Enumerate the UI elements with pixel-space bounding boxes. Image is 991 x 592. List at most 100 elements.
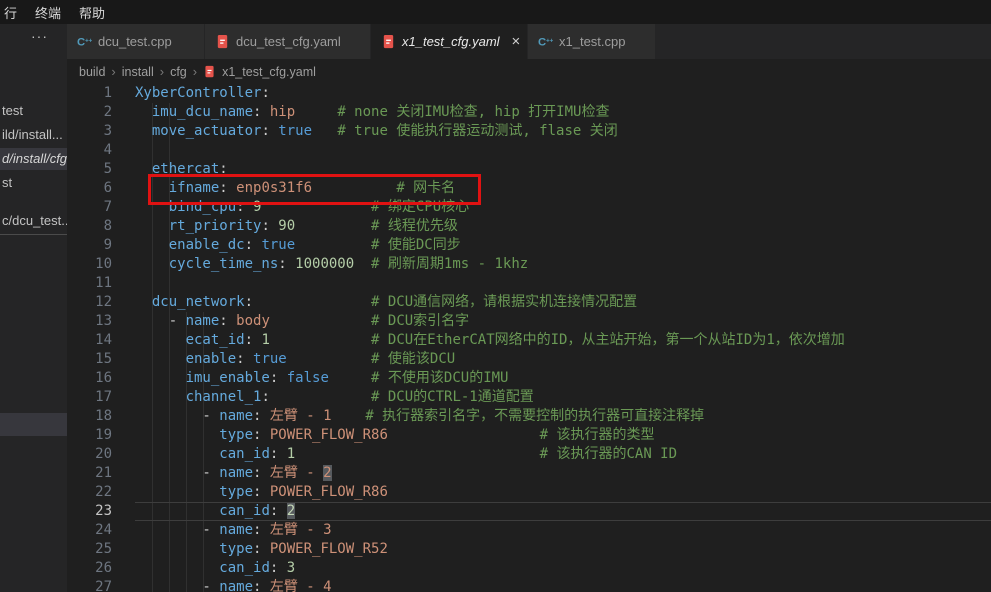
code-text: ecat_id: 1 # DCU在EtherCAT网络中的ID，从主站开始，第一… <box>135 331 991 350</box>
code-text: - name: body # DCU索引名字 <box>135 312 991 331</box>
code-text: type: POWER_FLOW_R86 <box>135 483 991 502</box>
breadcrumb-segment[interactable]: install <box>122 65 154 79</box>
sidebar-item-selected[interactable]: d/install/cfg <box>0 148 67 170</box>
breadcrumb-file[interactable]: x1_test_cfg.yaml <box>222 65 316 79</box>
code-line[interactable]: 20 can_id: 1 # 该执行器的CAN ID <box>67 445 991 464</box>
line-number: 1 <box>67 84 112 103</box>
line-number: 19 <box>67 426 112 445</box>
line-number: 14 <box>67 331 112 350</box>
line-number: 16 <box>67 369 112 388</box>
tab-bar: C++ dcu_test.cpp dcu_test_cfg.yaml x1_te… <box>67 24 991 59</box>
breadcrumb-segment[interactable]: build <box>79 65 105 79</box>
sidebar: ··· test ild/install... d/install/cfg st… <box>0 24 67 592</box>
code-text: XyberController: <box>135 84 991 103</box>
line-number: 27 <box>67 578 112 592</box>
code-line[interactable]: 21 - name: 左臂 - 2 <box>67 464 991 483</box>
code-text: move_actuator: true # true 使能执行器运动测试, fl… <box>135 122 991 141</box>
code-line[interactable]: 15 enable: true # 使能该DCU <box>67 350 991 369</box>
code-line[interactable]: 27 - name: 左臂 - 4 <box>67 578 991 592</box>
code-text: - name: 左臂 - 3 <box>135 521 991 540</box>
svg-text:++: ++ <box>85 37 92 44</box>
sidebar-item[interactable]: test <box>0 100 67 122</box>
editor-group: C++ dcu_test.cpp dcu_test_cfg.yaml x1_te… <box>67 24 991 592</box>
tab-dcu-test-cfg-yaml[interactable]: dcu_test_cfg.yaml <box>205 24 371 59</box>
chevron-right-icon: › <box>193 64 197 79</box>
sidebar-item[interactable]: c/dcu_test... <box>0 210 67 232</box>
code-text: - name: 左臂 - 4 <box>135 578 991 592</box>
line-number: 22 <box>67 483 112 502</box>
code-lines: 1 XyberController:2 imu_dcu_name: hip # n… <box>67 84 991 592</box>
menu-item-help[interactable]: 帮助 <box>70 3 114 22</box>
line-number: 11 <box>67 274 112 293</box>
code-line[interactable]: 3 move_actuator: true # true 使能执行器运动测试, … <box>67 122 991 141</box>
line-number: 13 <box>67 312 112 331</box>
code-text <box>135 274 991 293</box>
line-number: 23 <box>67 502 112 521</box>
tab-label: dcu_test.cpp <box>98 34 172 49</box>
yaml-file-icon <box>215 34 230 49</box>
line-number: 20 <box>67 445 112 464</box>
code-text: type: POWER_FLOW_R86 # 该执行器的类型 <box>135 426 991 445</box>
code-line[interactable]: 26 can_id: 3 <box>67 559 991 578</box>
code-line[interactable]: 2 imu_dcu_name: hip # none 关闭IMU检查, hip … <box>67 103 991 122</box>
code-line[interactable]: 22 type: POWER_FLOW_R86 <box>67 483 991 502</box>
code-text: can_id: 1 # 该执行器的CAN ID <box>135 445 991 464</box>
code-line[interactable]: 16 imu_enable: false # 不使用该DCU的IMU <box>67 369 991 388</box>
tab-dcu-test-cpp[interactable]: C++ dcu_test.cpp <box>67 24 205 59</box>
code-line[interactable]: 19 type: POWER_FLOW_R86 # 该执行器的类型 <box>67 426 991 445</box>
breadcrumb: build › install › cfg › x1_test_cfg.yaml <box>67 59 991 84</box>
code-text: can_id: 2 <box>135 502 991 521</box>
code-line[interactable]: 25 type: POWER_FLOW_R52 <box>67 540 991 559</box>
code-line[interactable]: 14 ecat_id: 1 # DCU在EtherCAT网络中的ID，从主站开始… <box>67 331 991 350</box>
code-line[interactable]: 9 enable_dc: true # 使能DC同步 <box>67 236 991 255</box>
code-line[interactable]: 18 - name: 左臂 - 1 # 执行器索引名字，不需要控制的执行器可直接… <box>67 407 991 426</box>
code-text: rt_priority: 90 # 线程优先级 <box>135 217 991 236</box>
vscode-window: 行 终端 帮助 ··· test ild/install... d/instal… <box>0 0 991 592</box>
more-actions-button[interactable]: ··· <box>31 28 48 44</box>
code-text: imu_enable: false # 不使用该DCU的IMU <box>135 369 991 388</box>
line-number: 4 <box>67 141 112 160</box>
code-line[interactable]: 13 - name: body # DCU索引名字 <box>67 312 991 331</box>
line-number: 15 <box>67 350 112 369</box>
sidebar-selected-row[interactable] <box>0 413 67 436</box>
line-number: 21 <box>67 464 112 483</box>
code-text: - name: 左臂 - 2 <box>135 464 991 483</box>
code-line[interactable]: 17 channel_1: # DCU的CTRL-1通道配置 <box>67 388 991 407</box>
code-line[interactable]: 4 <box>67 141 991 160</box>
line-number: 24 <box>67 521 112 540</box>
svg-text:C: C <box>77 37 85 49</box>
code-text: cycle_time_ns: 1000000 # 刷新周期1ms - 1khz <box>135 255 991 274</box>
code-text <box>135 141 991 160</box>
annotation-red-box <box>148 174 481 205</box>
line-number: 9 <box>67 236 112 255</box>
line-number: 25 <box>67 540 112 559</box>
code-line[interactable]: 24 - name: 左臂 - 3 <box>67 521 991 540</box>
code-line[interactable]: 8 rt_priority: 90 # 线程优先级 <box>67 217 991 236</box>
tab-x1-test-cfg-yaml-active[interactable]: x1_test_cfg.yaml × <box>371 24 528 59</box>
line-number: 18 <box>67 407 112 426</box>
code-line[interactable]: 12 dcu_network: # DCU通信网络，请根据实机连接情况配置 <box>67 293 991 312</box>
sidebar-item[interactable]: st <box>0 172 67 194</box>
chevron-right-icon: › <box>160 64 164 79</box>
menu-bar: 行 终端 帮助 <box>0 0 991 24</box>
editor[interactable]: 1 XyberController:2 imu_dcu_name: hip # n… <box>67 84 991 592</box>
line-number: 5 <box>67 160 112 179</box>
line-number: 2 <box>67 103 112 122</box>
code-text: type: POWER_FLOW_R52 <box>135 540 991 559</box>
tab-label: x1_test.cpp <box>559 34 626 49</box>
line-number: 6 <box>67 179 112 198</box>
menu-item-terminal[interactable]: 终端 <box>26 3 70 22</box>
yaml-file-icon <box>381 34 396 49</box>
close-icon[interactable]: × <box>512 34 521 49</box>
breadcrumb-segment[interactable]: cfg <box>170 65 187 79</box>
chevron-right-icon: › <box>111 64 115 79</box>
tab-x1-test-cpp[interactable]: C++ x1_test.cpp <box>528 24 656 59</box>
code-text: dcu_network: # DCU通信网络，请根据实机连接情况配置 <box>135 293 991 312</box>
code-line[interactable]: 10 cycle_time_ns: 1000000 # 刷新周期1ms - 1k… <box>67 255 991 274</box>
menu-item-run[interactable]: 行 <box>0 3 26 22</box>
code-line[interactable]: 11 <box>67 274 991 293</box>
code-line[interactable]: 23 can_id: 2 <box>67 502 991 521</box>
sidebar-item[interactable]: ild/install... <box>0 124 67 146</box>
code-text: enable: true # 使能该DCU <box>135 350 991 369</box>
code-line[interactable]: 1 XyberController: <box>67 84 991 103</box>
